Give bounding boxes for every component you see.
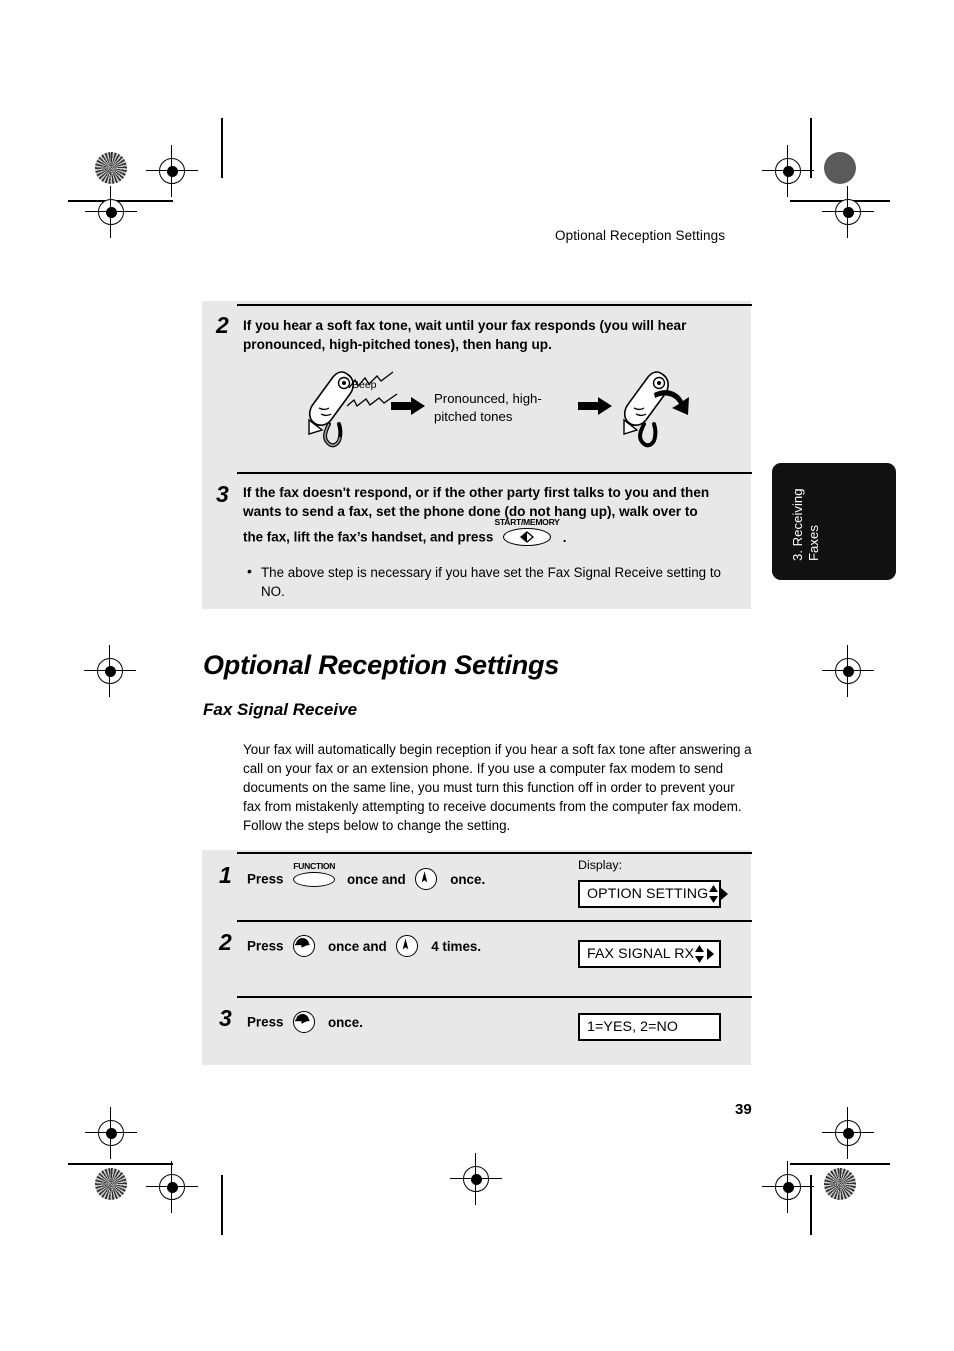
press-word-2: Press xyxy=(247,938,284,954)
registration-star-bottom-left xyxy=(95,1168,127,1200)
down-arrow-circle-icon-1[interactable] xyxy=(415,868,438,890)
lcd-display-2-text: FAX SIGNAL RX xyxy=(587,946,695,962)
up-down-arrow-icon xyxy=(695,945,705,963)
lcd-display-1-text: OPTION SETTING xyxy=(587,886,709,902)
start-memory-button[interactable]: START/MEMORY xyxy=(494,517,560,546)
step-number-2: 2 xyxy=(216,312,229,338)
divider-above-proc-step-1 xyxy=(237,852,752,855)
section-paragraph: Your fax will automatically begin recept… xyxy=(243,742,752,833)
step-3-press-line: the fax, lift the fax’s handset, and pre… xyxy=(243,517,567,546)
bullet-marker: • xyxy=(247,563,252,579)
procedure-step-1-line: Press FUNCTION once and once. xyxy=(247,861,486,890)
running-head: Optional Reception Settings xyxy=(555,228,726,243)
page-number: 39 xyxy=(735,1101,752,1118)
section-subheading: Fax Signal Receive xyxy=(203,700,358,719)
step-2-text: If you hear a soft fax tone, wait until … xyxy=(243,318,687,352)
lcd-display-2: FAX SIGNAL RX xyxy=(578,940,721,968)
step-3-text-part1: If the fax doesn't respond, or if the ot… xyxy=(243,485,710,519)
registration-cross-bottom-left-a xyxy=(85,1107,137,1159)
step-number-3: 3 xyxy=(216,481,229,507)
step-3-bullet-text: The above step is necessary if you have … xyxy=(261,565,721,599)
chapter-side-tab: 3. Receiving Faxes xyxy=(772,463,896,580)
registration-cross-top-left-a xyxy=(146,145,198,197)
illustration-caption-text: Pronounced, high-pitched tones xyxy=(434,391,542,424)
right-arrow-icon-2 xyxy=(578,397,612,420)
procedure-step-number-1: 1 xyxy=(219,862,232,888)
step-3-text-part3: . xyxy=(562,529,567,545)
end-text-2: 4 times. xyxy=(431,938,482,954)
right-arrow-icon xyxy=(707,948,715,960)
illustration-caption: Pronounced, high-pitched tones xyxy=(434,390,574,425)
step-3-text-part2: the fax, lift the fax’s handset, and pre… xyxy=(243,529,494,545)
registration-cross-mid-left xyxy=(84,645,136,697)
registration-cross-top-right-b xyxy=(822,186,874,238)
display-label: Display: xyxy=(578,858,623,872)
function-button[interactable]: FUNCTION xyxy=(293,861,336,887)
registration-cross-bottom-right-a xyxy=(822,1107,874,1159)
procedure-step-2-line: Press once and 4 times. xyxy=(247,935,481,957)
press-word-3: Press xyxy=(247,1014,284,1030)
lcd-display-2-arrows xyxy=(694,944,715,964)
divider-above-step-3 xyxy=(237,472,752,475)
mid-text-2: once and xyxy=(327,938,387,954)
right-arrow-icon-1 xyxy=(391,397,425,420)
right-arrow-circle-icon-1[interactable] xyxy=(293,935,316,957)
start-memory-button-label: START/MEMORY xyxy=(494,517,560,527)
divider-above-proc-step-2 xyxy=(237,920,752,923)
up-down-arrow-icon xyxy=(709,885,719,903)
curved-hangup-arrow-icon xyxy=(652,385,694,426)
divider-above-step-2 xyxy=(237,304,752,307)
registration-cross-mid-right xyxy=(822,645,874,697)
registration-cross-bottom-center xyxy=(450,1153,502,1205)
mid-text-1: once and xyxy=(346,871,406,887)
beep-label: Beep xyxy=(352,379,377,391)
trim-line-bottom-left-v xyxy=(221,1175,223,1235)
end-text-3: once. xyxy=(327,1014,363,1030)
lcd-display-1: OPTION SETTING xyxy=(578,880,729,908)
registration-cross-bottom-left-b xyxy=(146,1161,198,1213)
trim-line-bottom-right-v xyxy=(810,1175,812,1235)
lcd-display-3-text: 1=YES, 2=NO xyxy=(587,1019,679,1035)
lcd-display-1-arrows xyxy=(708,884,729,904)
press-word-1: Press xyxy=(247,871,284,887)
right-arrow-circle-icon-2[interactable] xyxy=(293,1011,316,1033)
procedure-step-number-2: 2 xyxy=(219,929,232,955)
registration-star-top-left xyxy=(95,152,127,184)
registration-cross-top-right-a xyxy=(762,145,814,197)
page-title: Optional Reception Settings xyxy=(203,650,560,680)
end-text-1: once. xyxy=(450,871,486,887)
chapter-side-tab-text: 3. Receiving Faxes xyxy=(790,488,822,561)
lcd-display-3: 1=YES, 2=NO xyxy=(578,1013,721,1041)
procedure-step-3-line: Press once. xyxy=(247,1011,363,1033)
registration-cross-top-left-b xyxy=(85,186,137,238)
down-arrow-circle-icon-2[interactable] xyxy=(396,935,419,957)
registration-star-bottom-right xyxy=(824,1168,856,1200)
registration-cross-bottom-right-b xyxy=(762,1161,814,1213)
registration-dot-top-right xyxy=(824,152,856,184)
function-button-label: FUNCTION xyxy=(293,860,336,871)
chapter-side-tab-line1: 3. Receiving xyxy=(790,488,805,561)
chapter-side-tab-line2: Faxes xyxy=(806,525,821,561)
right-arrow-icon xyxy=(721,888,729,900)
procedure-step-number-3: 3 xyxy=(219,1005,232,1031)
trim-line-top-left-v xyxy=(221,118,223,178)
divider-above-proc-step-3 xyxy=(237,996,752,999)
